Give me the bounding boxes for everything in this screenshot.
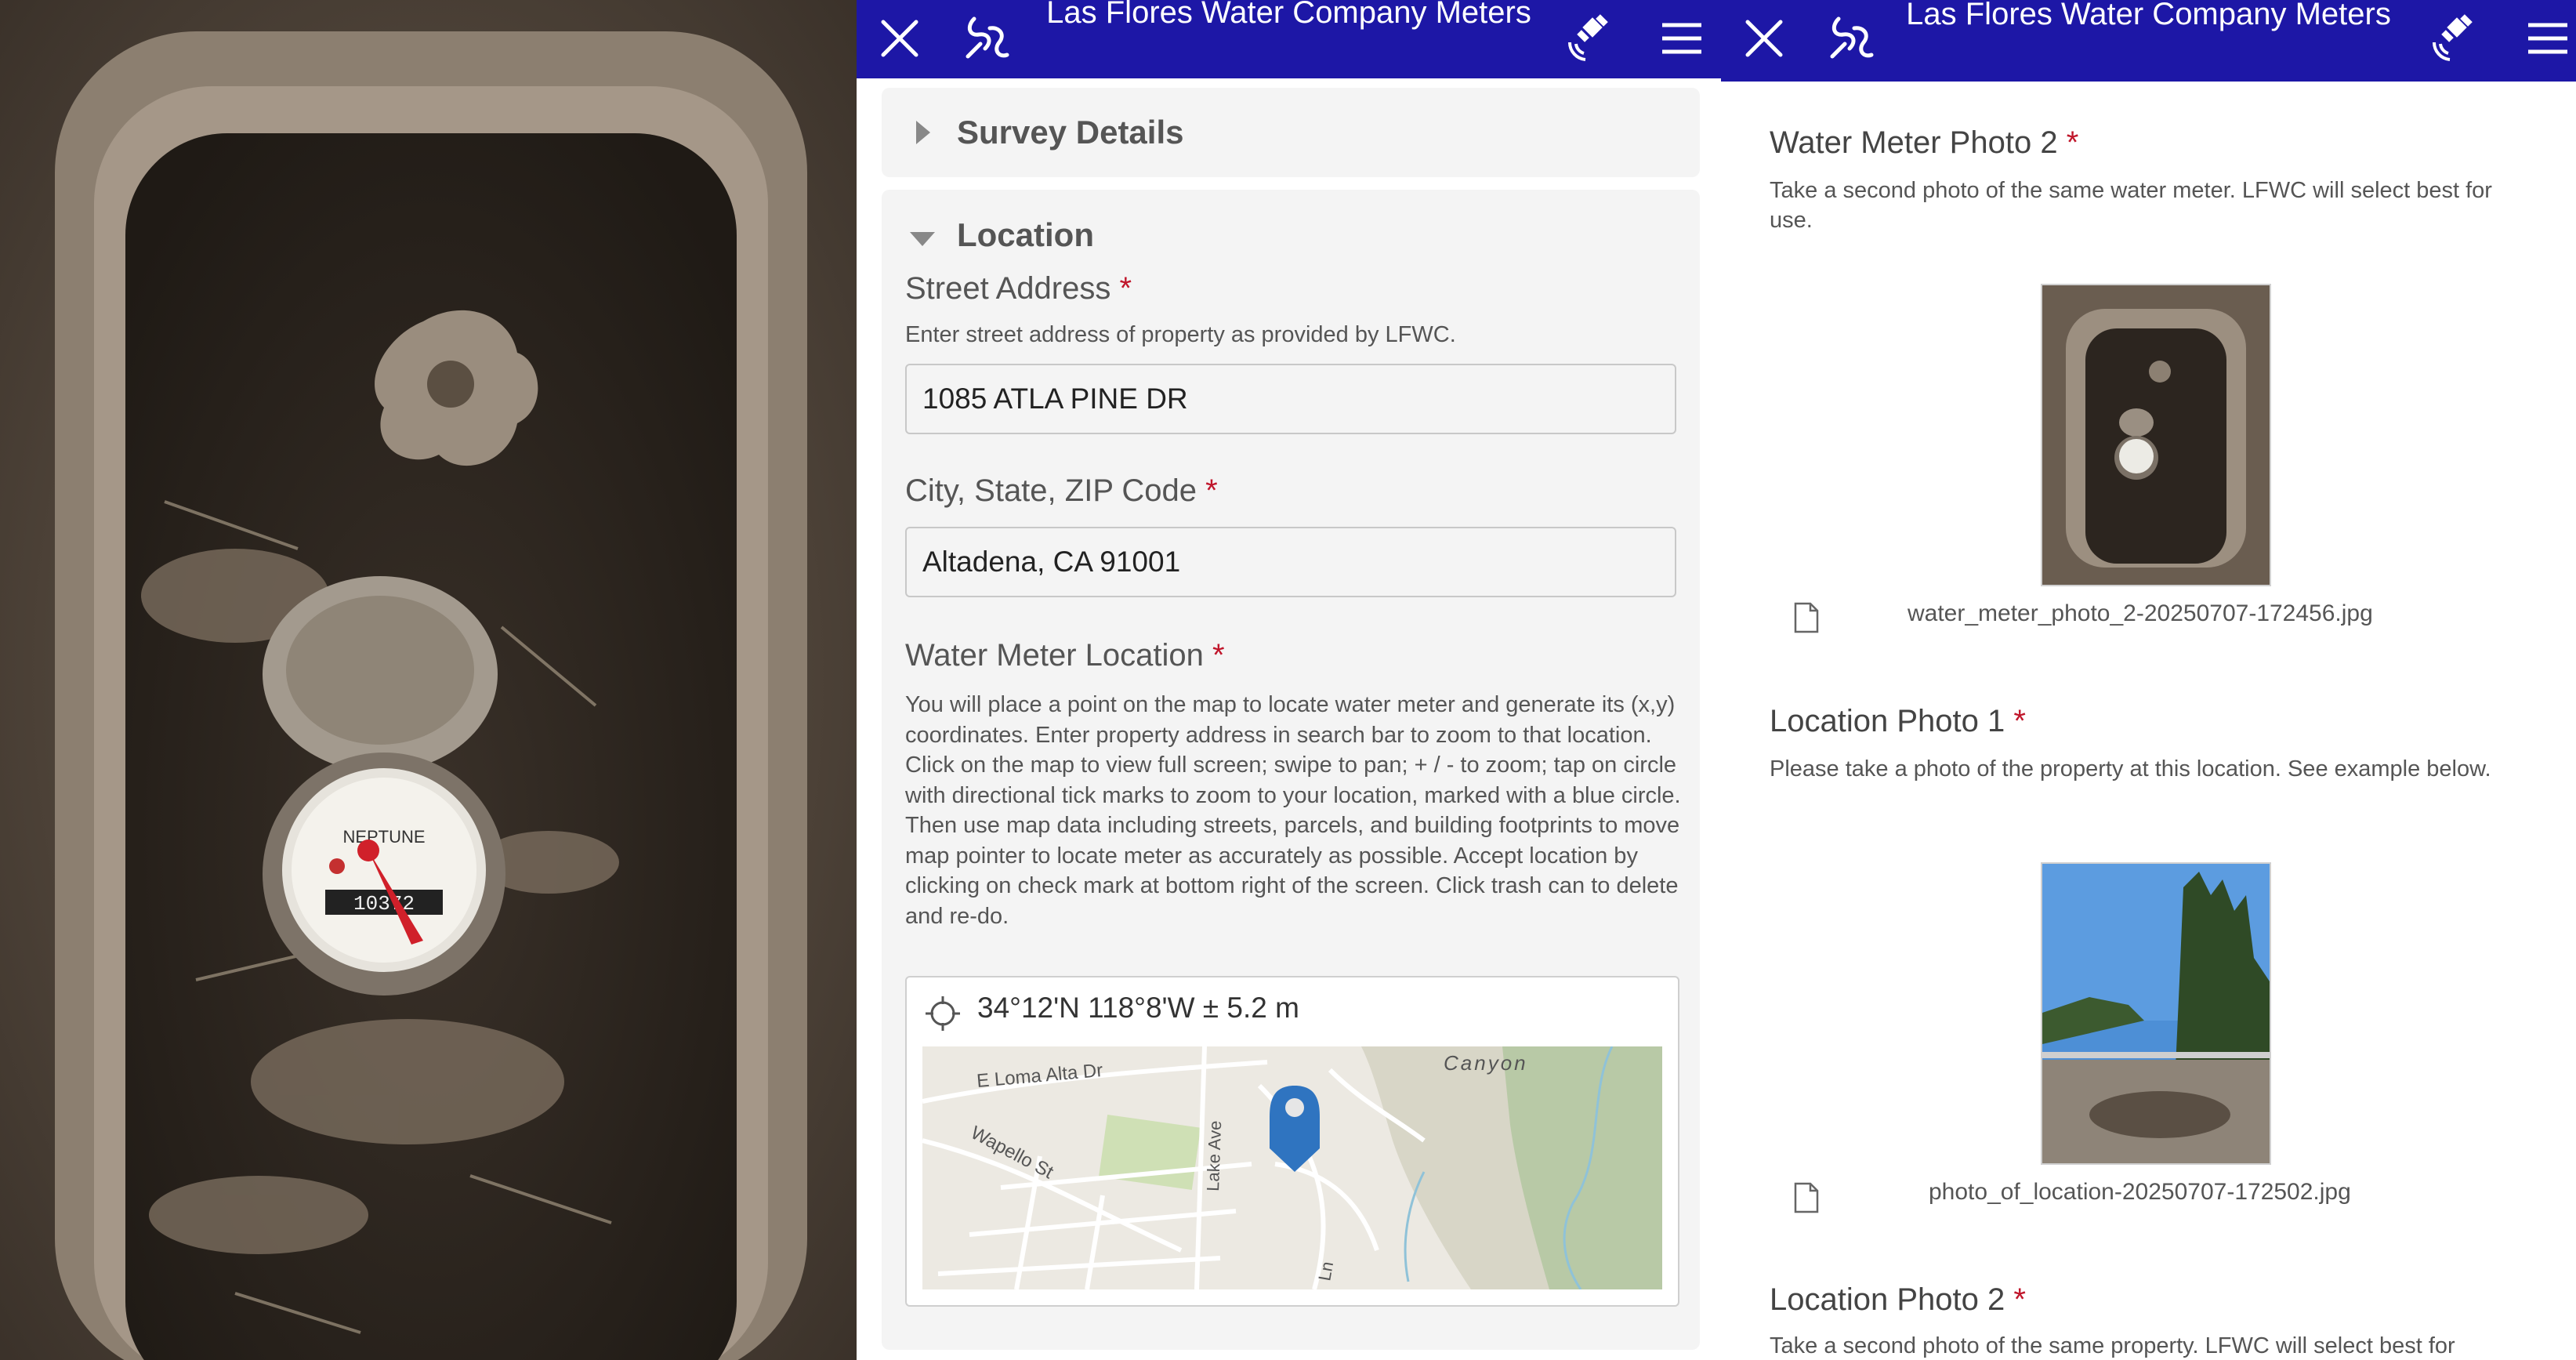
water-meter-photo-2-filename[interactable]: water_meter_photo_2-20250707-172456.jpg — [1908, 600, 2373, 627]
street-address-input[interactable]: 1085 ATLA PINE DR — [905, 364, 1676, 434]
city-state-zip-input[interactable]: Altadena, CA 91001 — [905, 527, 1676, 597]
location-photo-1-thumbnail[interactable] — [2041, 862, 2271, 1165]
file-icon — [1794, 602, 1819, 633]
water-meter-photo-2-label: Water Meter Photo 2 * — [1770, 125, 2079, 160]
coordinates-readout: 34°12'N 118°8'W ± 5.2 m — [977, 992, 1299, 1024]
street-address-label: Street Address * — [905, 271, 1132, 306]
location-photo-2-hint: Take a second photo of the same property… — [1770, 1333, 2455, 1358]
location-map[interactable]: E Loma Alta Dr Wapello St Lake Ave Canyo… — [922, 1046, 1662, 1289]
water-meter-photo-2-hint: Take a second photo of the same water me… — [1770, 178, 2492, 233]
chevron-down-icon[interactable] — [908, 230, 937, 248]
menu-icon[interactable] — [1654, 11, 1709, 66]
chevron-right-icon — [916, 121, 930, 144]
survey-form-panel: Las Flores Water Company Meters Survey D… — [857, 0, 1721, 1360]
map-label-area: Canyon — [1444, 1051, 1528, 1075]
app-header-right: Las Flores Water Company Meters — [1721, 0, 2576, 82]
location-photo-1-filename[interactable]: photo_of_location-20250707-172502.jpg — [1929, 1179, 2351, 1206]
water-meter-photo: NEPTUNE 10372 — [0, 0, 857, 1360]
gps-satellite-icon[interactable] — [1562, 11, 1617, 66]
crosshair-icon[interactable] — [924, 995, 962, 1032]
street-address-hint: Enter street address of property as prov… — [905, 322, 1456, 347]
meter-brand: NEPTUNE — [342, 827, 425, 847]
survey-details-title: Survey Details — [957, 114, 1184, 151]
location-photo-1-label: Location Photo 1 * — [1770, 704, 2026, 738]
meter-box-image: NEPTUNE 10372 — [0, 0, 857, 1360]
map-label-street3: Lake Ave — [1203, 1120, 1225, 1191]
location-photo-2-label: Location Photo 2 * — [1770, 1282, 2026, 1317]
geopoint-map-card[interactable]: 34°12'N 118°8'W ± 5.2 m E Loma Alta Dr W… — [905, 976, 1679, 1307]
location-section: Location Street Address * Enter street a… — [882, 190, 1700, 1350]
menu-icon[interactable] — [2520, 11, 2575, 66]
app-header: Las Flores Water Company Meters — [857, 0, 1721, 78]
meter-location-label: Water Meter Location * — [905, 638, 1225, 673]
map-label-lane: Ln — [1314, 1260, 1337, 1282]
city-state-zip-label: City, State, ZIP Code * — [905, 473, 1218, 508]
location-photo-1-hint: Please take a photo of the property at t… — [1770, 756, 2491, 782]
location-title: Location — [957, 216, 1094, 253]
meter-location-hint: You will place a point on the map to loc… — [905, 692, 1681, 929]
gps-satellite-icon[interactable] — [2426, 11, 2481, 66]
file-icon — [1794, 1182, 1819, 1213]
survey-details-section[interactable]: Survey Details — [882, 88, 1700, 177]
water-meter-photo-2-thumbnail[interactable] — [2041, 284, 2271, 586]
photo-gallery-panel: Las Flores Water Company Meters Water Me… — [1721, 0, 2576, 1360]
